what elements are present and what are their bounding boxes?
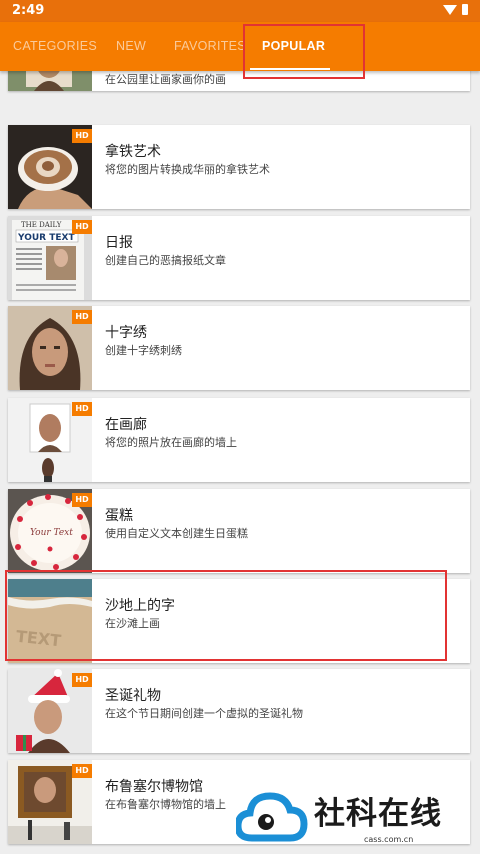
list-item-title: 圣诞礼物: [105, 688, 161, 704]
list-item-subtitle: 使用自定义文本创建生日蛋糕: [105, 527, 248, 540]
highlight-box-tab: [243, 24, 365, 79]
list-item-daily-newspaper[interactable]: THE DAILY YOUR TEXT HD 日报 创建自己的恶搞报纸文章: [8, 216, 470, 300]
hd-badge: HD: [72, 220, 92, 234]
list-item-gallery[interactable]: HD 在画廊 将您的照片放在画廊的墙上: [8, 398, 470, 482]
list-item-title: 拿铁艺术: [105, 144, 161, 160]
hd-badge: HD: [72, 764, 92, 778]
watermark: 社科在线 cass.com.cn: [236, 780, 480, 854]
wifi-icon: [443, 4, 457, 15]
watermark-text: 社科在线: [314, 796, 442, 832]
tab-bar: CATEGORIES NEW FAVORITES POPULAR: [0, 22, 480, 71]
svg-text:THE DAILY: THE DAILY: [21, 221, 62, 229]
hd-badge: HD: [72, 402, 92, 416]
list-item-subtitle: 在布鲁塞尔博物馆的墙上: [105, 798, 226, 811]
svg-text:YOUR TEXT: YOUR TEXT: [17, 233, 75, 243]
list-item-latte-art[interactable]: HD 拿铁艺术 将您的图片转换成华丽的拿铁艺术: [8, 125, 470, 209]
list-item-title: 在画廊: [105, 417, 147, 433]
watermark-logo-icon: [236, 792, 308, 842]
status-bar: 2:49: [0, 0, 480, 22]
list-item-subtitle: 创建自己的恶搞报纸文章: [105, 254, 226, 267]
list-item-painter[interactable]: 在公园里让画家画你的画: [8, 71, 470, 91]
watermark-url: cass.com.cn: [364, 835, 414, 844]
list-item-cake[interactable]: Your Text HD 蛋糕 使用自定义文本创建生日蛋糕: [8, 489, 470, 573]
system-icons: [443, 4, 468, 15]
status-time: 2:49: [12, 3, 45, 18]
hd-badge: HD: [72, 673, 92, 687]
list-item-subtitle: 将您的图片转换成华丽的拿铁艺术: [105, 163, 270, 176]
tab-favorites[interactable]: FAVORITES: [174, 22, 246, 71]
list-item-subtitle: 创建十字绣刺绣: [105, 344, 182, 357]
tab-categories[interactable]: CATEGORIES: [13, 22, 97, 71]
list-item-title: 日报: [105, 235, 133, 251]
list-item-title: 布鲁塞尔博物馆: [105, 779, 203, 795]
thumbnail-painter: [8, 71, 92, 91]
list-item-cross-stitch[interactable]: HD 十字绣 创建十字绣刺绣: [8, 306, 470, 390]
list-item-subtitle: 在公园里让画家画你的画: [105, 73, 226, 86]
battery-icon: [462, 4, 468, 15]
list-item-christmas-gift[interactable]: HD 圣诞礼物 在这个节日期间创建一个虚拟的圣诞礼物: [8, 669, 470, 753]
list-item-title: 十字绣: [105, 325, 147, 341]
effects-list[interactable]: 在公园里让画家画你的画 HD 拿铁艺术 将您的图片转换成华丽的拿铁艺术 THE …: [0, 71, 480, 854]
hd-badge: HD: [72, 129, 92, 143]
list-item-subtitle: 将您的照片放在画廊的墙上: [105, 436, 237, 449]
hd-badge: HD: [72, 310, 92, 324]
list-item-subtitle: 在这个节日期间创建一个虚拟的圣诞礼物: [105, 707, 303, 720]
highlight-box-sand-item: [5, 570, 447, 661]
tab-new[interactable]: NEW: [116, 22, 146, 71]
list-item-title: 蛋糕: [105, 508, 133, 524]
svg-text:Your Text: Your Text: [30, 528, 73, 538]
hd-badge: HD: [72, 493, 92, 507]
